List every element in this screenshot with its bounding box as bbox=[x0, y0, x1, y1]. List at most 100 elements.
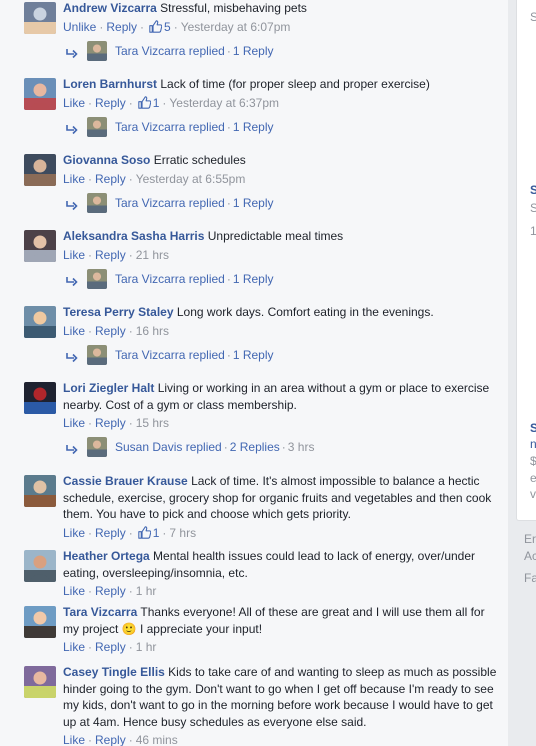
comment-timestamp[interactable]: Yesterday at 6:07pm bbox=[181, 20, 291, 34]
reply-count[interactable]: 1 Reply bbox=[233, 196, 274, 210]
replier-label[interactable]: Tara Vizcarra replied bbox=[115, 272, 225, 286]
like-button[interactable]: Like bbox=[63, 416, 85, 430]
reply-count[interactable]: 1 Reply bbox=[233, 120, 274, 134]
like-button[interactable]: Like bbox=[63, 96, 85, 110]
like-button[interactable]: Like bbox=[63, 640, 85, 654]
comment-timestamp[interactable]: Yesterday at 6:55pm bbox=[136, 172, 246, 186]
reply-button[interactable]: Reply bbox=[95, 640, 126, 654]
sidebar-fragment[interactable]: n bbox=[530, 437, 536, 451]
replier-label[interactable]: Tara Vizcarra replied bbox=[115, 120, 225, 134]
reply-count[interactable]: 1 Reply bbox=[233, 272, 274, 286]
reply-count[interactable]: 1 Reply bbox=[233, 44, 274, 58]
avatar[interactable] bbox=[24, 154, 56, 186]
comment-timestamp[interactable]: 1 hr bbox=[136, 584, 157, 598]
reply-arrow-icon bbox=[65, 121, 78, 134]
replier-label[interactable]: Tara Vizcarra replied bbox=[115, 196, 225, 210]
avatar[interactable] bbox=[24, 382, 56, 414]
comment-body: Teresa Perry Staley Long work days. Comf… bbox=[63, 304, 502, 321]
reply-count[interactable]: 2 Replies bbox=[230, 440, 280, 454]
like-count[interactable]: 5 bbox=[147, 20, 171, 34]
commenter-name[interactable]: Heather Ortega bbox=[63, 549, 150, 563]
comment-timestamp[interactable]: 16 hrs bbox=[136, 324, 169, 338]
reply-count[interactable]: 1 Reply bbox=[233, 348, 274, 362]
commenter-name[interactable]: Lori Ziegler Halt bbox=[63, 381, 154, 395]
like-count[interactable]: 1 bbox=[136, 526, 160, 540]
sidebar-fragment[interactable]: Ac bbox=[524, 549, 536, 563]
sidebar-fragment: $ bbox=[530, 454, 536, 468]
like-button[interactable]: Like bbox=[63, 733, 85, 746]
sidebar-fragment[interactable]: S bbox=[530, 183, 536, 197]
reply-avatar bbox=[87, 116, 107, 137]
comment-timestamp[interactable]: 7 hrs bbox=[169, 526, 196, 540]
comment-body: Cassie Brauer Krause Lack of time. It's … bbox=[63, 473, 502, 523]
replier-label[interactable]: Tara Vizcarra replied bbox=[115, 348, 225, 362]
avatar[interactable] bbox=[24, 306, 56, 338]
comment: Aleksandra Sasha Harris Unpredictable me… bbox=[0, 228, 508, 290]
reply-button[interactable]: Reply bbox=[95, 324, 126, 338]
reply-avatar bbox=[87, 268, 107, 289]
comment-timestamp[interactable]: 1 hr bbox=[136, 640, 157, 654]
comment-timestamp[interactable]: Yesterday at 6:37pm bbox=[169, 96, 279, 110]
comment-body: Casey Tingle Ellis Kids to take care of … bbox=[63, 664, 502, 730]
like-count[interactable]: 1 bbox=[136, 95, 160, 110]
thumbs-up-icon bbox=[137, 95, 151, 109]
reply-button[interactable]: Reply bbox=[95, 96, 126, 110]
comment-timestamp[interactable]: 46 mins bbox=[136, 733, 178, 746]
avatar[interactable] bbox=[24, 550, 56, 582]
commenter-name[interactable]: Tara Vizcarra bbox=[63, 605, 137, 619]
replier-label[interactable]: Susan Davis replied bbox=[115, 440, 222, 454]
comment-body: Tara Vizcarra Thanks everyone! All of th… bbox=[63, 604, 502, 637]
sidebar-fragment[interactable]: Fa bbox=[524, 571, 536, 585]
comment-actions: Like · Reply · 15 hrs bbox=[63, 416, 170, 430]
replier-label[interactable]: Tara Vizcarra replied bbox=[115, 44, 225, 58]
commenter-name[interactable]: Aleksandra Sasha Harris bbox=[63, 229, 204, 243]
comment-timestamp[interactable]: 15 hrs bbox=[136, 416, 169, 430]
comment-actions: Unlike · Reply · 5 · Yesterday at 6:07pm bbox=[63, 19, 291, 34]
avatar[interactable] bbox=[24, 606, 56, 638]
comment-timestamp[interactable]: 21 hrs bbox=[136, 248, 169, 262]
like-count-value[interactable]: 5 bbox=[164, 20, 171, 34]
like-button[interactable]: Like bbox=[63, 248, 85, 262]
reply-button[interactable]: Reply bbox=[95, 584, 126, 598]
comment-actions: Like · Reply · Yesterday at 6:55pm bbox=[63, 171, 246, 186]
like-count-value[interactable]: 1 bbox=[153, 526, 160, 540]
replies-link[interactable]: Tara Vizcarra replied · 1 Reply bbox=[63, 268, 502, 290]
comment-actions: Like · Reply · 1 · Yesterday at 6:37pm bbox=[63, 95, 280, 110]
commenter-name[interactable]: Cassie Brauer Krause bbox=[63, 474, 188, 488]
avatar[interactable] bbox=[24, 78, 56, 110]
replies-link[interactable]: Tara Vizcarra replied · 1 Reply bbox=[63, 116, 502, 138]
commenter-name[interactable]: Loren Barnhurst bbox=[63, 77, 157, 91]
reply-arrow-icon bbox=[65, 45, 78, 58]
reply-button[interactable]: Reply bbox=[95, 416, 126, 430]
reply-button[interactable]: Reply bbox=[95, 733, 126, 746]
reply-avatar bbox=[87, 40, 107, 61]
sidebar-fragment[interactable]: Er bbox=[524, 532, 536, 546]
reply-button[interactable]: Reply bbox=[106, 20, 137, 34]
like-button[interactable]: Like bbox=[63, 584, 85, 598]
replies-link[interactable]: Tara Vizcarra replied · 1 Reply bbox=[63, 192, 502, 214]
sidebar-fragment: e bbox=[530, 471, 536, 485]
like-button[interactable]: Like bbox=[63, 526, 85, 540]
comment-actions: Like · Reply · 1 hr bbox=[63, 584, 157, 598]
like-button[interactable]: Like bbox=[63, 172, 85, 186]
replies-link[interactable]: Susan Davis replied · 2 Replies · 3 hrs bbox=[63, 436, 502, 458]
commenter-name[interactable]: Teresa Perry Staley bbox=[63, 305, 174, 319]
replies-link[interactable]: Tara Vizcarra replied · 1 Reply bbox=[63, 40, 502, 62]
commenter-name[interactable]: Giovanna Soso bbox=[63, 153, 150, 167]
like-count-value[interactable]: 1 bbox=[153, 96, 160, 110]
avatar[interactable] bbox=[24, 475, 56, 507]
avatar[interactable] bbox=[24, 230, 56, 262]
reply-button[interactable]: Reply bbox=[95, 526, 126, 540]
comment-body: Giovanna Soso Erratic schedules bbox=[63, 152, 502, 169]
sidebar-fragment[interactable]: S bbox=[530, 421, 536, 435]
commenter-name[interactable]: Andrew Vizcarra bbox=[63, 1, 157, 15]
replies-link[interactable]: Tara Vizcarra replied · 1 Reply bbox=[63, 344, 502, 366]
like-button[interactable]: Like bbox=[63, 324, 85, 338]
avatar[interactable] bbox=[24, 666, 56, 698]
reply-button[interactable]: Reply bbox=[95, 172, 126, 186]
avatar[interactable] bbox=[24, 2, 56, 34]
reply-button[interactable]: Reply bbox=[95, 248, 126, 262]
comment: Heather Ortega Mental health issues coul… bbox=[0, 548, 508, 599]
like-button[interactable]: Unlike bbox=[63, 20, 96, 34]
commenter-name[interactable]: Casey Tingle Ellis bbox=[63, 665, 165, 679]
